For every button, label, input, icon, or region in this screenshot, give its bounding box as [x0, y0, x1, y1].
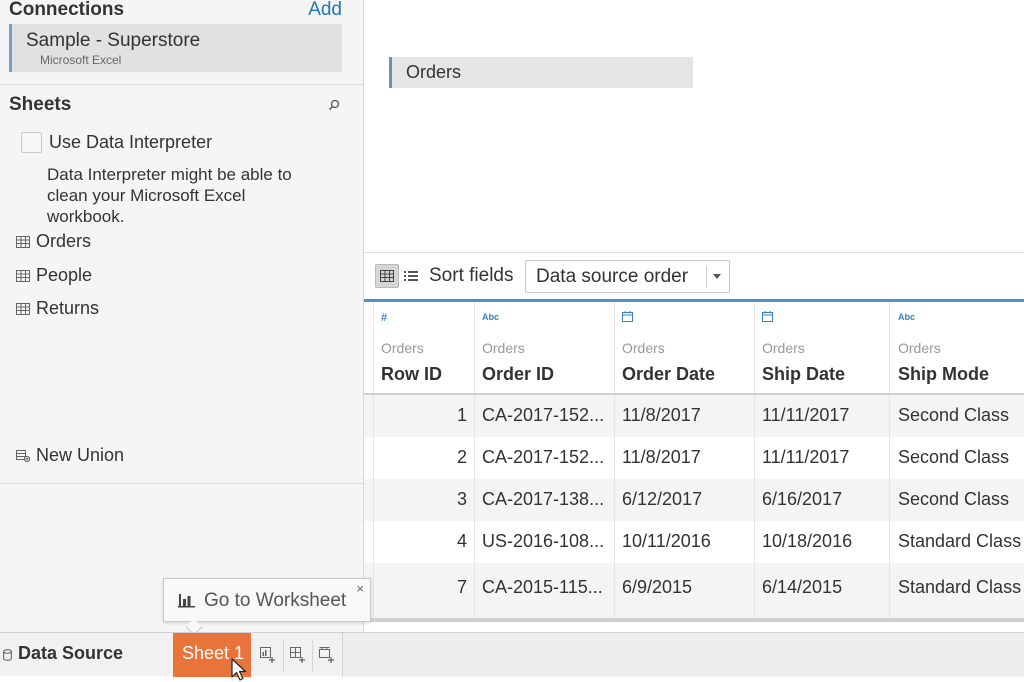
date-type-icon[interactable] — [762, 311, 773, 322]
go-to-worksheet-tooltip[interactable]: Go to Worksheet × — [163, 578, 371, 622]
table-cell: Standard Class — [898, 531, 1022, 551]
table-cell: CA-2015-115... — [482, 577, 603, 597]
column-source: Orders — [622, 340, 665, 356]
tooltip-text[interactable]: Go to Worksheet — [204, 590, 346, 612]
table-cell: 2 — [456, 447, 467, 467]
list-view-icon[interactable] — [403, 268, 419, 284]
tab-separator — [283, 639, 284, 671]
string-type-icon[interactable]: Abc — [898, 312, 915, 322]
new-story-icon — [319, 647, 334, 663]
union-icon — [16, 450, 30, 462]
column-source: Orders — [381, 340, 424, 356]
column-source: Orders — [762, 340, 805, 356]
table-cell: 11/11/2017 — [762, 405, 850, 425]
table-cell: 10/18/2016 — [762, 531, 853, 551]
number-type-icon[interactable]: # — [381, 312, 387, 324]
bar-chart-icon — [178, 594, 195, 608]
column-separator — [754, 302, 755, 620]
table-cell: 11/8/2017 — [622, 447, 701, 467]
table-cell: 11/8/2017 — [622, 405, 701, 425]
connection-type: Microsoft Excel — [40, 53, 122, 67]
tab-data-source[interactable]: Data Source — [0, 633, 172, 677]
sheet-item-label: Orders — [36, 231, 92, 251]
add-connection-link[interactable]: Add — [308, 0, 342, 21]
data-interpreter-label: Use Data Interpreter — [49, 132, 213, 152]
column-name[interactable]: Ship Date — [762, 364, 845, 385]
table-cell: 11/11/2017 — [762, 447, 850, 467]
column-source: Orders — [898, 340, 941, 356]
grid-view-button[interactable] — [375, 264, 399, 288]
sheets-title: Sheets — [9, 94, 72, 115]
canvas-table-orders[interactable]: Orders — [389, 57, 693, 88]
connections-title: Connections — [9, 0, 125, 20]
header-bottom-border — [364, 393, 1024, 395]
table-cell: 6/9/2015 — [622, 577, 693, 597]
table-cell: Standard Class — [898, 577, 1022, 597]
sheet-item-label: People — [36, 265, 93, 285]
column-separator — [373, 302, 374, 620]
grid-horizontal-scrollbar[interactable] — [364, 618, 1024, 622]
column-source: Orders — [482, 340, 525, 356]
tab-bar-empty-area — [342, 633, 1024, 677]
table-cell: 3 — [456, 489, 467, 509]
table-cell: Second Class — [898, 405, 1010, 425]
table-cell: 7 — [456, 577, 467, 597]
grid-view-icon — [380, 270, 394, 282]
database-icon — [3, 649, 12, 661]
chevron-down-icon — [713, 274, 721, 279]
canvas-grid-divider[interactable] — [364, 252, 1024, 253]
data-interpreter-checkbox[interactable] — [21, 132, 42, 153]
date-type-icon[interactable] — [622, 311, 633, 322]
connection-name: Sample - Superstore — [26, 30, 201, 51]
new-dashboard-icon — [290, 647, 305, 663]
dropdown-separator — [706, 266, 707, 288]
tab-label: Data Source — [18, 643, 124, 663]
table-icon — [16, 270, 30, 282]
table-cell: CA-2017-152... — [482, 405, 605, 425]
column-separator — [474, 302, 475, 620]
mouse-cursor-icon — [231, 658, 247, 681]
table-cell: 6/14/2015 — [762, 577, 843, 597]
data-interpreter-description: Data Interpreter might be able to clean … — [47, 165, 292, 226]
column-name[interactable]: Row ID — [381, 364, 442, 385]
new-dashboard-button[interactable] — [286, 643, 310, 667]
connection-item[interactable]: Sample - Superstore Microsoft Excel — [9, 24, 342, 72]
divider — [0, 483, 364, 484]
column-name[interactable]: Ship Mode — [898, 364, 989, 385]
sort-fields-label: Sort fields — [429, 265, 514, 286]
table-cell: Second Class — [898, 447, 1010, 467]
connections-header: Connections Add — [9, 0, 342, 22]
column-separator — [889, 302, 890, 620]
table-cell: 6/16/2017 — [762, 489, 843, 509]
tab-separator — [312, 639, 313, 671]
column-name[interactable]: Order Date — [622, 364, 715, 385]
canvas-table-label: Orders — [406, 62, 462, 82]
sheet-tab-bar: Data Source Sheet 1 — [0, 632, 1024, 677]
left-pane: Connections Add Sample - Superstore Micr… — [0, 0, 364, 632]
new-union-label: New Union — [36, 445, 125, 465]
close-icon[interactable]: × — [356, 581, 364, 596]
table-cell: CA-2017-152... — [482, 447, 605, 467]
new-worksheet-icon — [260, 647, 275, 663]
sort-fields-value: Data source order — [536, 266, 689, 287]
table-cell: 1 — [456, 405, 467, 425]
table-cell: 4 — [456, 531, 467, 551]
new-story-button[interactable] — [315, 643, 339, 667]
sort-fields-dropdown[interactable]: Data source order — [525, 260, 730, 293]
new-worksheet-button[interactable] — [256, 643, 280, 667]
table-cell: Second Class — [898, 489, 1010, 509]
search-icon[interactable] — [328, 99, 340, 111]
column-separator — [614, 302, 615, 620]
table-cell: US-2016-108... — [482, 531, 605, 551]
table-cell: 10/11/2016 — [622, 531, 711, 551]
table-icon — [16, 236, 30, 248]
divider — [0, 84, 364, 85]
table-icon — [16, 303, 30, 315]
string-type-icon[interactable]: Abc — [482, 312, 499, 322]
sheet-item-label: Returns — [36, 298, 100, 318]
column-name[interactable]: Order ID — [482, 364, 554, 385]
table-cell: CA-2017-138... — [482, 489, 605, 509]
table-cell: 6/12/2017 — [622, 489, 703, 509]
